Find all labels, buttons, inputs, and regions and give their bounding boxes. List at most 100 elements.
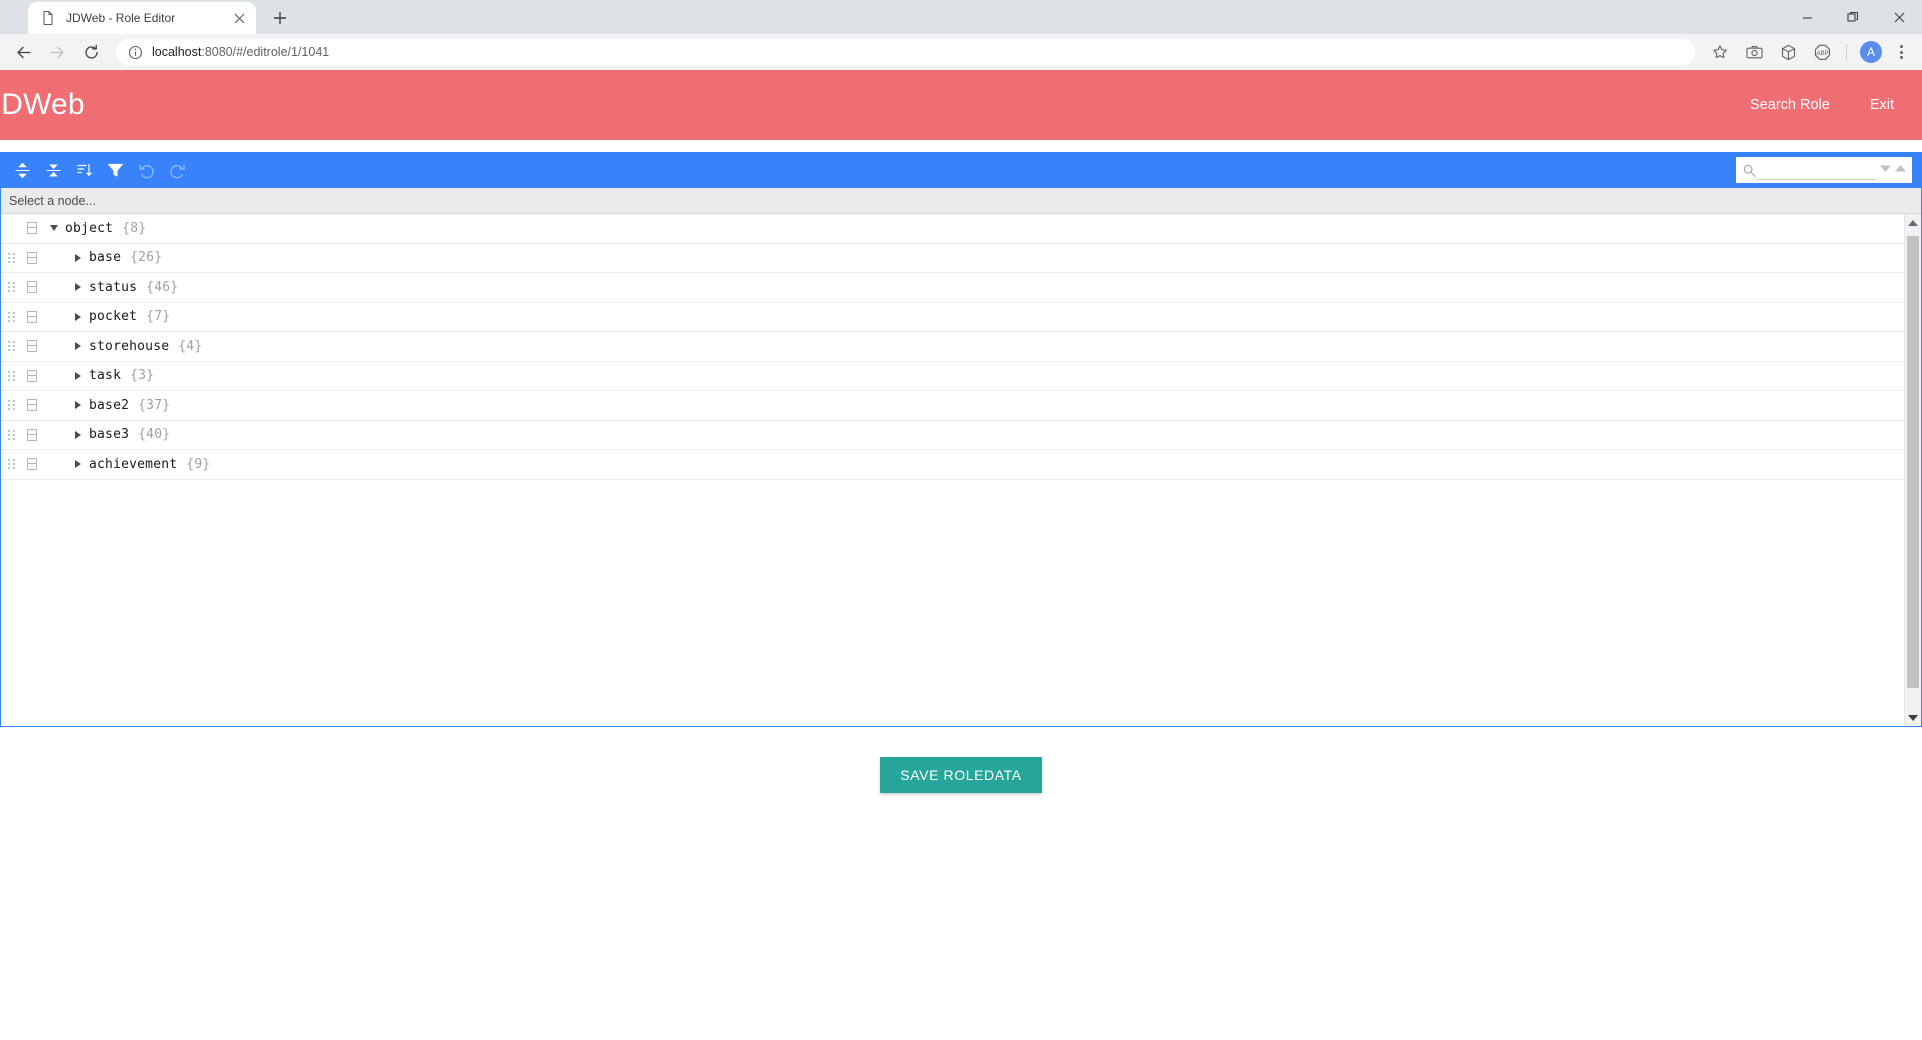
node-count: {3}: [130, 368, 155, 384]
address-bar-path: :8080/#/editrole/1/1041: [201, 45, 330, 59]
drag-handle-icon[interactable]: [1, 429, 21, 440]
address-bar[interactable]: localhost:8080/#/editrole/1/1041: [116, 39, 1695, 65]
drag-handle-icon[interactable]: [1, 282, 21, 293]
table-row[interactable]: base {26}: [1, 244, 1904, 273]
save-row: SAVE ROLEDATA: [0, 757, 1922, 793]
address-bar-host: localhost: [152, 45, 202, 59]
expand-toggle-icon[interactable]: [67, 312, 89, 321]
collapse-all-button[interactable]: [38, 157, 68, 184]
expand-all-button[interactable]: [7, 157, 37, 184]
node-key: status: [89, 279, 138, 295]
minimize-icon[interactable]: [1784, 0, 1830, 34]
adblock-plus-icon[interactable]: ABP: [1808, 38, 1836, 66]
json-editor-menu: [1, 153, 1921, 188]
expand-toggle-icon[interactable]: [67, 342, 89, 351]
filter-button[interactable]: [100, 157, 130, 184]
node-actions-button[interactable]: [21, 369, 43, 382]
table-row[interactable]: task {3}: [1, 362, 1904, 391]
node-key: base2: [89, 397, 130, 413]
node-count: {4}: [178, 338, 203, 354]
scrollbar[interactable]: [1904, 214, 1921, 726]
search-icon: [1741, 164, 1757, 177]
node-count: {40}: [138, 427, 171, 443]
sort-button[interactable]: [69, 157, 99, 184]
drag-handle-icon[interactable]: [1, 252, 21, 263]
table-row[interactable]: object {8}: [1, 214, 1904, 244]
browser-tab[interactable]: JDWeb - Role Editor: [28, 2, 256, 34]
reload-icon[interactable]: [76, 37, 106, 67]
drag-handle-icon[interactable]: [1, 459, 21, 470]
drag-handle-icon[interactable]: [1, 341, 21, 352]
expand-toggle-icon[interactable]: [43, 225, 65, 232]
expand-toggle-icon[interactable]: [67, 430, 89, 439]
exit-link[interactable]: Exit: [1870, 97, 1894, 113]
avatar[interactable]: A: [1860, 41, 1882, 63]
undo-button[interactable]: [131, 157, 161, 184]
node-actions-button[interactable]: [21, 458, 43, 471]
back-arrow-icon[interactable]: [8, 37, 38, 67]
expand-toggle-icon[interactable]: [67, 283, 89, 292]
table-row[interactable]: base3 {40}: [1, 421, 1904, 450]
close-icon[interactable]: [1876, 0, 1922, 34]
kebab-menu-icon[interactable]: [1888, 38, 1914, 66]
table-row[interactable]: status {46}: [1, 273, 1904, 303]
node-key: storehouse: [89, 338, 170, 354]
scrollbar-thumb[interactable]: [1907, 236, 1919, 688]
node-actions-button[interactable]: [21, 251, 43, 264]
node-actions-button[interactable]: [21, 310, 43, 323]
bookmark-star-icon[interactable]: [1706, 38, 1734, 66]
chevron-down-icon[interactable]: [1879, 164, 1892, 176]
cube-extension-icon[interactable]: [1774, 38, 1802, 66]
page-content: JDWeb Search Role Exit: [0, 70, 1922, 1040]
node-key: base3: [89, 427, 130, 443]
expand-toggle-icon[interactable]: [67, 253, 89, 262]
node-actions-button[interactable]: [21, 281, 43, 294]
node-count: {7}: [146, 309, 171, 325]
node-key: base: [89, 250, 122, 266]
redo-button[interactable]: [162, 157, 192, 184]
app-header: JDWeb Search Role Exit: [0, 70, 1922, 140]
node-key: task: [89, 368, 122, 384]
restore-icon[interactable]: [1830, 0, 1876, 34]
page-icon: [40, 10, 56, 26]
drag-handle-icon[interactable]: [1, 311, 21, 322]
forward-arrow-icon[interactable]: [42, 37, 72, 67]
node-key: pocket: [89, 309, 138, 325]
node-count: {46}: [146, 279, 179, 295]
info-circle-icon: [128, 45, 143, 60]
app-nav: Search Role Exit: [1750, 97, 1894, 113]
table-row[interactable]: base2 {37}: [1, 391, 1904, 421]
browser-tab-strip: JDWeb - Role Editor: [0, 0, 1922, 34]
expand-toggle-icon[interactable]: [67, 460, 89, 469]
table-row[interactable]: pocket {7}: [1, 303, 1904, 332]
save-roledata-button[interactable]: SAVE ROLEDATA: [880, 757, 1042, 793]
table-row[interactable]: storehouse {4}: [1, 332, 1904, 362]
expand-toggle-icon[interactable]: [67, 401, 89, 410]
breadcrumb[interactable]: Select a node...: [1, 188, 1921, 214]
browser-toolbar: localhost:8080/#/editrole/1/1041 ABP A: [0, 34, 1922, 70]
window-controls: [1784, 0, 1922, 34]
node-actions-button[interactable]: [21, 428, 43, 441]
node-actions-button[interactable]: [21, 340, 43, 353]
node-actions-button[interactable]: [21, 399, 43, 412]
expand-toggle-icon[interactable]: [67, 371, 89, 380]
close-icon[interactable]: [230, 9, 248, 27]
drag-handle-icon[interactable]: [1, 370, 21, 381]
node-count: {26}: [130, 250, 163, 266]
new-tab-button[interactable]: [266, 4, 294, 32]
node-key: object: [65, 220, 114, 236]
json-editor: Select a node... object {8} base {26} st…: [0, 152, 1922, 727]
table-row[interactable]: achievement {9}: [1, 450, 1904, 480]
scroll-up-button[interactable]: [1905, 214, 1921, 231]
json-search-box[interactable]: [1736, 157, 1912, 183]
scroll-down-button[interactable]: [1905, 709, 1921, 726]
camera-icon[interactable]: [1740, 38, 1768, 66]
browser-tab-title: JDWeb - Role Editor: [66, 11, 176, 25]
page-title: JDWeb: [0, 88, 85, 121]
node-actions-button[interactable]: [21, 222, 43, 235]
drag-handle-icon[interactable]: [1, 400, 21, 411]
search-input[interactable]: [1757, 160, 1875, 180]
search-role-link[interactable]: Search Role: [1750, 97, 1830, 113]
node-key: achievement: [89, 456, 178, 472]
chevron-up-icon[interactable]: [1894, 164, 1907, 176]
